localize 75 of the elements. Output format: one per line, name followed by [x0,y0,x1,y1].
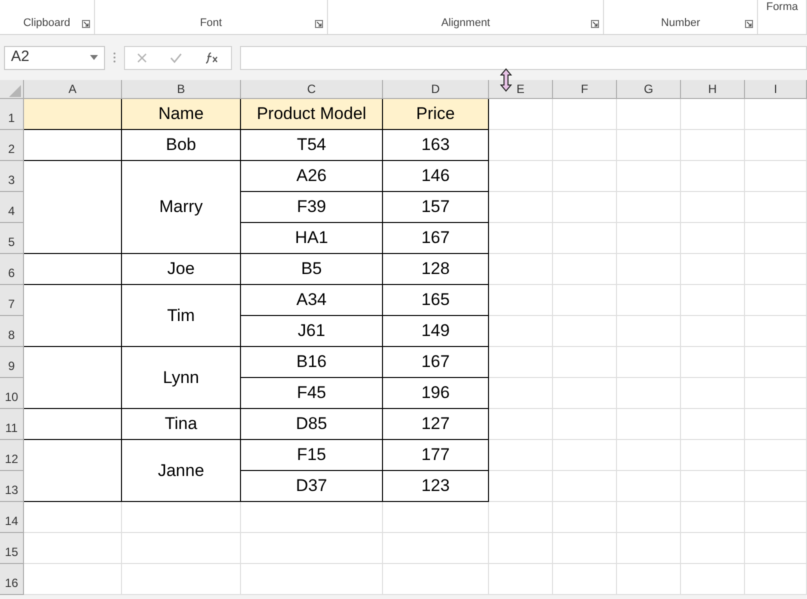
table-cell: Janne [122,440,241,502]
group-label: Number [661,16,700,30]
column-header[interactable]: D [383,80,489,99]
table-cell: Tim [122,285,241,347]
row-header[interactable]: 12 [0,440,24,471]
row-header[interactable]: 16 [0,564,24,595]
row-header[interactable]: 3 [0,161,24,192]
row-header[interactable]: 15 [0,533,24,564]
table-cell: 123 [383,471,489,502]
table-cell: A26 [241,161,383,192]
dialog-launcher-icon[interactable] [315,20,324,28]
name-box[interactable]: A2 [4,46,105,70]
table-cell: Price [383,99,489,130]
table-cell: 149 [383,316,489,347]
column-header[interactable]: I [745,80,807,99]
dialog-launcher-icon[interactable] [82,20,90,28]
table-cell: 157 [383,192,489,223]
table-cell: Product Model [241,99,383,130]
caret-icon [90,55,98,60]
row-header[interactable]: 6 [0,254,24,285]
table-cell: Joe [122,254,241,285]
table-cell: B16 [241,347,383,378]
function-icon[interactable] [205,52,220,64]
group-label: Forma [766,0,798,15]
table-cell: 163 [383,130,489,161]
table-cell: Lynn [122,347,241,409]
formula-input[interactable] [240,46,807,70]
table-cell: 165 [383,285,489,316]
row-header[interactable]: 14 [0,502,24,533]
row-header[interactable]: 1 [0,99,24,130]
column-header[interactable]: E [489,80,553,99]
table-cell: Tina [122,409,241,440]
group-label: Font [200,16,222,30]
table-cell: F45 [241,378,383,409]
dialog-launcher-icon[interactable] [590,20,599,28]
table-cell: 167 [383,347,489,378]
column-header[interactable]: C [241,80,383,99]
check-icon[interactable] [170,52,182,62]
table-cell: 146 [383,161,489,192]
table-cell: D85 [241,409,383,440]
table-cell: 196 [383,378,489,409]
row-header[interactable]: 2 [0,130,24,161]
table-cell: HA1 [241,223,383,254]
column-header[interactable]: F [553,80,617,99]
row-header[interactable]: 7 [0,285,24,316]
group-label: Clipboard [23,16,70,30]
table-cell: 127 [383,409,489,440]
table-cell: 167 [383,223,489,254]
resize-cursor-icon [500,68,512,92]
row-header[interactable]: 11 [0,409,24,440]
row-header[interactable]: 8 [0,316,24,347]
row-header[interactable]: 4 [0,192,24,223]
table-cell: F39 [241,192,383,223]
more-icon [113,52,116,63]
column-header[interactable]: A [24,80,122,99]
table-cell: J61 [241,316,383,347]
row-header[interactable]: 10 [0,378,24,409]
column-header[interactable]: B [122,80,241,99]
table-cell: A34 [241,285,383,316]
table-cell: 177 [383,440,489,471]
table-cell: D37 [241,471,383,502]
column-header[interactable]: G [617,80,681,99]
row-header[interactable]: 5 [0,223,24,254]
dialog-launcher-icon[interactable] [745,20,754,28]
table-cell: Bob [122,130,241,161]
table-cell: B5 [241,254,383,285]
table-cell: Name [122,99,241,130]
table-cell: F15 [241,440,383,471]
row-header[interactable]: 13 [0,471,24,502]
group-label: Alignment [441,16,490,30]
table-cell: 128 [383,254,489,285]
row-header[interactable]: 9 [0,347,24,378]
table-cell: T54 [241,130,383,161]
table-cell: Marry [122,161,241,254]
column-header[interactable]: H [681,80,745,99]
